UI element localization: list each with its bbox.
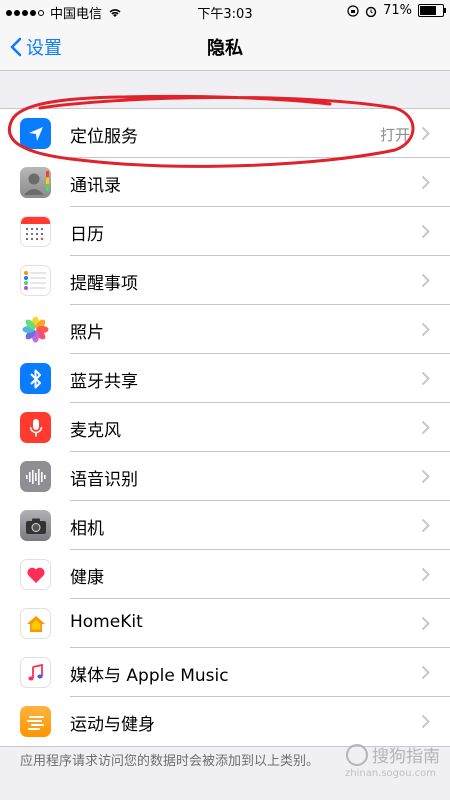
navigation-bar: 设置 隐私 bbox=[0, 22, 450, 71]
alarm-clock-icon bbox=[365, 6, 377, 17]
row-value: 打开 bbox=[379, 126, 410, 144]
chevron-right-icon bbox=[421, 616, 430, 631]
row-label: 提醒事项 bbox=[70, 274, 138, 294]
homekit-icon bbox=[20, 608, 51, 639]
battery-icon bbox=[418, 4, 446, 17]
row-contacts[interactable]: 通讯录 bbox=[0, 158, 450, 207]
location-arrow-icon bbox=[20, 118, 51, 149]
row-calendar[interactable]: 日历 bbox=[0, 207, 450, 256]
chevron-right-icon bbox=[421, 371, 430, 386]
row-label: 健康 bbox=[70, 568, 104, 588]
chevron-right-icon bbox=[421, 273, 430, 288]
health-heart-icon bbox=[20, 559, 51, 590]
speech-recognition-icon bbox=[20, 461, 51, 492]
row-location-services[interactable]: 定位服务 打开 bbox=[0, 109, 450, 158]
chevron-right-icon bbox=[421, 567, 430, 582]
row-bluetooth-sharing[interactable]: 蓝牙共享 bbox=[0, 354, 450, 403]
row-label: 媒体与 Apple Music bbox=[70, 666, 229, 686]
chevron-right-icon bbox=[421, 665, 430, 680]
row-motion-fitness[interactable]: 运动与健身 bbox=[0, 697, 450, 746]
chevron-right-icon bbox=[421, 126, 430, 141]
battery-percent: 71% bbox=[383, 3, 412, 18]
microphone-icon bbox=[20, 412, 51, 443]
page-title: 隐私 bbox=[207, 38, 243, 59]
row-label: 照片 bbox=[70, 323, 104, 343]
row-label: 通讯录 bbox=[70, 176, 121, 196]
row-reminders[interactable]: 提醒事项 bbox=[0, 256, 450, 305]
chevron-right-icon bbox=[421, 322, 430, 337]
photos-icon bbox=[20, 314, 51, 345]
row-homekit[interactable]: HomeKit bbox=[0, 599, 450, 648]
privacy-list: 定位服务 打开 通讯录 日历 提醒事项 照片 蓝牙共享 麦克风 语音识别 相机 … bbox=[0, 108, 450, 747]
camera-icon bbox=[20, 510, 51, 541]
reminders-icon bbox=[20, 265, 51, 296]
music-note-icon bbox=[20, 657, 51, 688]
contacts-icon bbox=[20, 167, 51, 198]
chevron-right-icon bbox=[421, 175, 430, 190]
chevron-right-icon bbox=[421, 469, 430, 484]
watermark-logo-icon bbox=[346, 743, 368, 766]
motion-fitness-icon bbox=[20, 706, 51, 737]
row-health[interactable]: 健康 bbox=[0, 550, 450, 599]
status-bar: 中国电信 下午3:03 71% bbox=[0, 0, 450, 22]
row-label: 蓝牙共享 bbox=[70, 372, 138, 392]
row-media-apple-music[interactable]: 媒体与 Apple Music bbox=[0, 648, 450, 697]
row-label: 麦克风 bbox=[70, 421, 121, 441]
chevron-right-icon bbox=[421, 518, 430, 533]
row-microphone[interactable]: 麦克风 bbox=[0, 403, 450, 452]
watermark: 搜狗指南 bbox=[346, 742, 440, 767]
watermark-url: zhinan.sogou.com bbox=[344, 768, 436, 779]
calendar-icon bbox=[20, 216, 51, 247]
row-label: 语音识别 bbox=[70, 470, 138, 490]
row-photos[interactable]: 照片 bbox=[0, 305, 450, 354]
chevron-right-icon bbox=[421, 224, 430, 239]
chevron-right-icon bbox=[421, 714, 430, 729]
watermark-text: 搜狗指南 bbox=[372, 747, 440, 767]
chevron-right-icon bbox=[421, 420, 430, 435]
bluetooth-icon bbox=[20, 363, 51, 394]
row-label: 运动与健身 bbox=[70, 715, 155, 735]
row-label: 日历 bbox=[70, 225, 104, 245]
row-label: 相机 bbox=[70, 519, 104, 539]
row-speech-recognition[interactable]: 语音识别 bbox=[0, 452, 450, 501]
status-right: 71% bbox=[347, 3, 446, 18]
row-label: HomeKit bbox=[70, 612, 143, 632]
orientation-lock-icon bbox=[347, 4, 359, 17]
row-label: 定位服务 bbox=[70, 127, 138, 147]
footer-note: 应用程序请求访问您的数据时会被添加到以上类别。 bbox=[20, 754, 320, 769]
row-camera[interactable]: 相机 bbox=[0, 501, 450, 550]
